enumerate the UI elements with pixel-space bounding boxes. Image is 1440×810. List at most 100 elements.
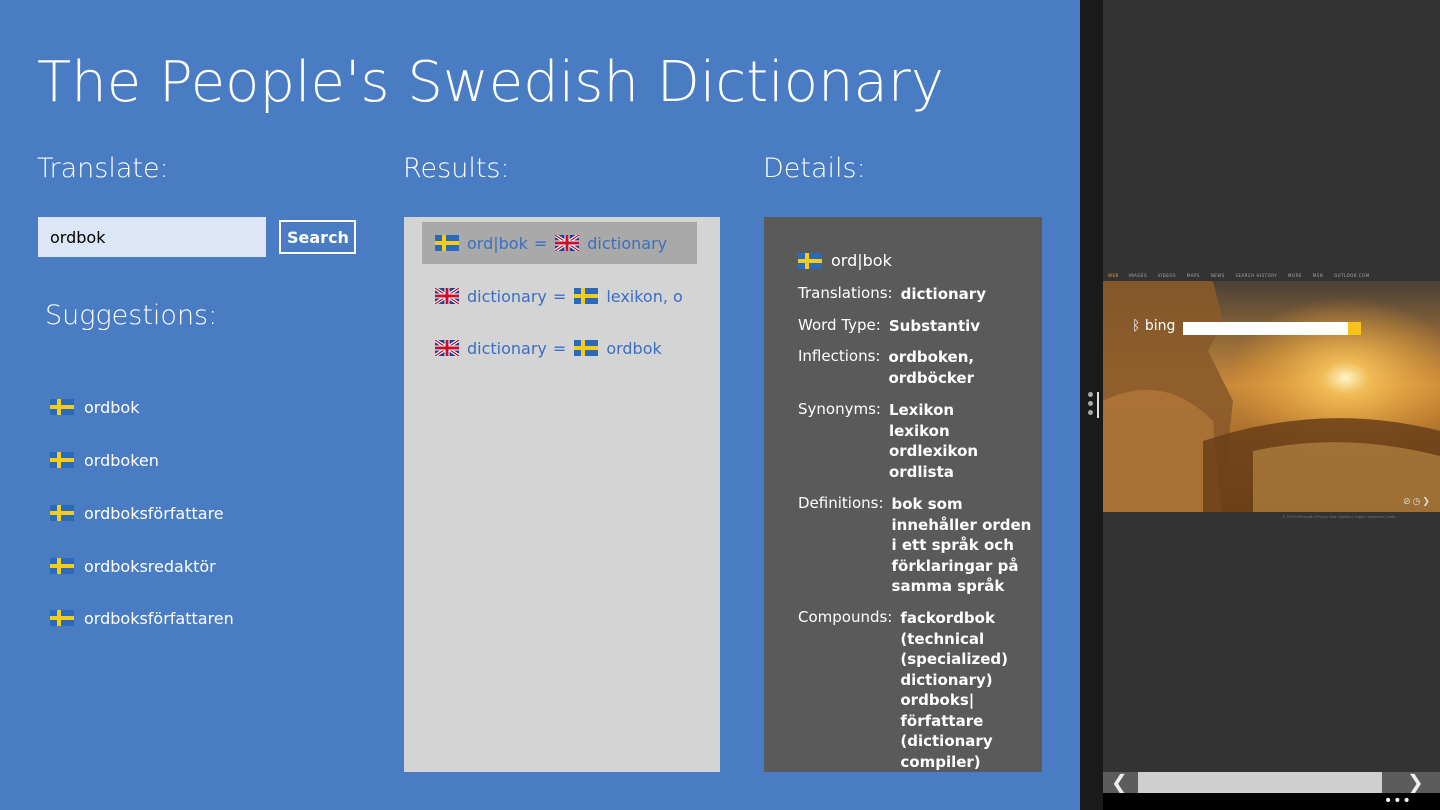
result-target-word: lexikon, o bbox=[606, 286, 683, 306]
synonyms-label: Synonyms: bbox=[798, 400, 881, 418]
bing-search-button[interactable] bbox=[1348, 322, 1361, 335]
snap-divider-grip-icon[interactable] bbox=[1086, 392, 1099, 420]
result-row[interactable]: dictionary = lexikon, o bbox=[422, 275, 697, 317]
translations-value: dictionary bbox=[900, 285, 986, 303]
details-definitions: Definitions: bok som innehåller orden i … bbox=[798, 494, 1031, 597]
bing-nav-item[interactable]: OUTLOOK.COM bbox=[1334, 273, 1370, 278]
suggestion-item[interactable]: ordboksredaktör bbox=[50, 555, 216, 577]
search-button[interactable]: Search bbox=[279, 220, 356, 254]
uk-flag-icon bbox=[435, 340, 459, 356]
definition-line: i ett språk och bbox=[891, 536, 1014, 554]
bing-logo: ᛒ bing bbox=[1132, 318, 1175, 334]
bing-nav-web[interactable]: WEB bbox=[1108, 273, 1119, 278]
swedish-flag-icon bbox=[50, 610, 74, 626]
bing-nav-item[interactable]: IMAGES bbox=[1129, 273, 1147, 278]
compound-line: compiler) bbox=[900, 752, 981, 771]
swedish-flag-icon bbox=[574, 340, 599, 356]
synonyms-value: Lexikon lexikon ordlexikon ordlista bbox=[889, 400, 978, 482]
definitions-label: Definitions: bbox=[798, 494, 884, 512]
bing-search-input[interactable] bbox=[1183, 322, 1361, 335]
equals-sign: = bbox=[552, 338, 567, 358]
bing-image-controls-icon[interactable]: ⊘◷❯ bbox=[1403, 497, 1432, 507]
definition-line: bok som bbox=[891, 495, 963, 513]
bing-nav-item[interactable]: MORE bbox=[1288, 273, 1302, 278]
bing-nav: WEB IMAGES VIDEOS MAPS NEWS SEARCH HISTO… bbox=[1108, 273, 1379, 278]
uk-flag-icon bbox=[555, 235, 580, 251]
synonym-item: Lexikon bbox=[888, 401, 955, 419]
app-title: The People's Swedish Dictionary bbox=[37, 50, 944, 115]
result-row[interactable]: ord|bok = dictionary bbox=[422, 222, 697, 264]
compound-line: författare bbox=[900, 711, 984, 730]
bing-background-image bbox=[1103, 281, 1440, 512]
suggestion-item[interactable]: ordboksförfattare bbox=[50, 502, 224, 524]
compound-line: (dictionary bbox=[900, 732, 993, 750]
swedish-flag-icon bbox=[574, 288, 599, 304]
suggestion-label: ordboken bbox=[84, 450, 159, 470]
scrollbar-thumb[interactable] bbox=[1138, 772, 1382, 793]
bing-nav-item[interactable]: MAPS bbox=[1187, 273, 1200, 278]
inflections-label: Inflections: bbox=[798, 347, 881, 365]
equals-sign: = bbox=[533, 233, 548, 253]
suggestion-item[interactable]: ordboksförfattaren bbox=[50, 607, 234, 629]
compounds-value: fackordbok (technical (specialized) dict… bbox=[900, 608, 1008, 772]
result-source-word: dictionary bbox=[467, 338, 547, 358]
details-synonyms: Synonyms: Lexikon lexikon ordlexikon ord… bbox=[798, 400, 978, 482]
result-source-word: ord|bok bbox=[467, 233, 528, 253]
compound-line: ordboks| bbox=[900, 691, 975, 709]
scroll-left-icon[interactable]: ❮ bbox=[1111, 770, 1128, 794]
result-source-word: dictionary bbox=[467, 286, 547, 306]
results-heading: Results: bbox=[403, 153, 510, 184]
bing-nav-item[interactable]: NEWS bbox=[1211, 273, 1225, 278]
details-compounds: Compounds: fackordbok (technical (specia… bbox=[798, 608, 1008, 772]
suggestions-heading: Suggestions: bbox=[45, 300, 218, 331]
bing-nav-item[interactable]: VIDEOS bbox=[1158, 273, 1176, 278]
inflection-item: ordboken, bbox=[888, 348, 975, 366]
uk-flag-icon bbox=[435, 288, 459, 304]
bing-nav-item[interactable]: SEARCH HISTORY bbox=[1235, 273, 1277, 278]
suggestion-item[interactable]: ordboken bbox=[50, 449, 159, 471]
compound-line: (technical bbox=[900, 629, 985, 648]
scroll-right-icon[interactable]: ❯ bbox=[1407, 770, 1424, 794]
suggestion-label: ordboksförfattaren bbox=[84, 608, 234, 628]
swedish-flag-icon bbox=[50, 452, 74, 468]
suggestion-item[interactable]: ordbok bbox=[50, 396, 139, 418]
details-panel: ord|bok Translations: dictionary Word Ty… bbox=[764, 217, 1042, 772]
synonym-item: ordlista bbox=[888, 462, 954, 481]
swedish-flag-icon bbox=[50, 558, 74, 574]
compound-line: dictionary) bbox=[900, 670, 993, 689]
details-inflections: Inflections: ordboken, ordböcker bbox=[798, 347, 974, 388]
compounds-label: Compounds: bbox=[798, 608, 893, 626]
definition-line: förklaringar på bbox=[891, 556, 1019, 575]
translate-heading: Translate: bbox=[37, 153, 169, 184]
word-type-value: Substantiv bbox=[888, 317, 981, 335]
details-word: ord|bok bbox=[831, 251, 892, 270]
result-target-word: ordbok bbox=[606, 338, 662, 358]
results-list: ord|bok = dictionary dictionary = lexiko… bbox=[404, 217, 720, 772]
more-options-icon[interactable]: ••• bbox=[1384, 793, 1412, 809]
details-heading: Details: bbox=[763, 153, 866, 184]
bing-footer: © 2013 Microsoft | Privacy and Cookies |… bbox=[1282, 515, 1396, 519]
search-input[interactable] bbox=[38, 217, 266, 257]
compound-line: (specialized) bbox=[900, 650, 1009, 668]
result-target-word: dictionary bbox=[587, 233, 668, 253]
result-row[interactable]: dictionary = ordbok bbox=[422, 327, 697, 369]
suggestion-label: ordboksredaktör bbox=[84, 556, 216, 576]
compound-line: fackordbok bbox=[900, 609, 995, 627]
synonym-item: ordlexikon bbox=[888, 442, 979, 460]
suggestion-label: ordbok bbox=[84, 397, 140, 417]
suggestion-label: ordboksförfattare bbox=[84, 503, 224, 523]
swedish-flag-icon bbox=[50, 505, 74, 521]
inflections-value: ordboken, ordböcker bbox=[888, 347, 974, 388]
details-word-header: ord|bok bbox=[798, 251, 892, 270]
bing-nav-item[interactable]: MSN bbox=[1313, 273, 1323, 278]
synonym-item: lexikon bbox=[888, 421, 950, 440]
details-word-type: Word Type: Substantiv bbox=[798, 316, 980, 337]
inflection-item: ordböcker bbox=[888, 368, 974, 387]
bing-logo-text: bing bbox=[1144, 318, 1176, 334]
swedish-flag-icon bbox=[435, 235, 459, 251]
definitions-value: bok som innehåller orden i ett språk och… bbox=[892, 494, 1032, 597]
details-translations: Translations: dictionary bbox=[798, 284, 986, 305]
swedish-flag-icon bbox=[50, 399, 74, 415]
equals-sign: = bbox=[552, 286, 567, 306]
swedish-flag-icon bbox=[798, 252, 822, 269]
